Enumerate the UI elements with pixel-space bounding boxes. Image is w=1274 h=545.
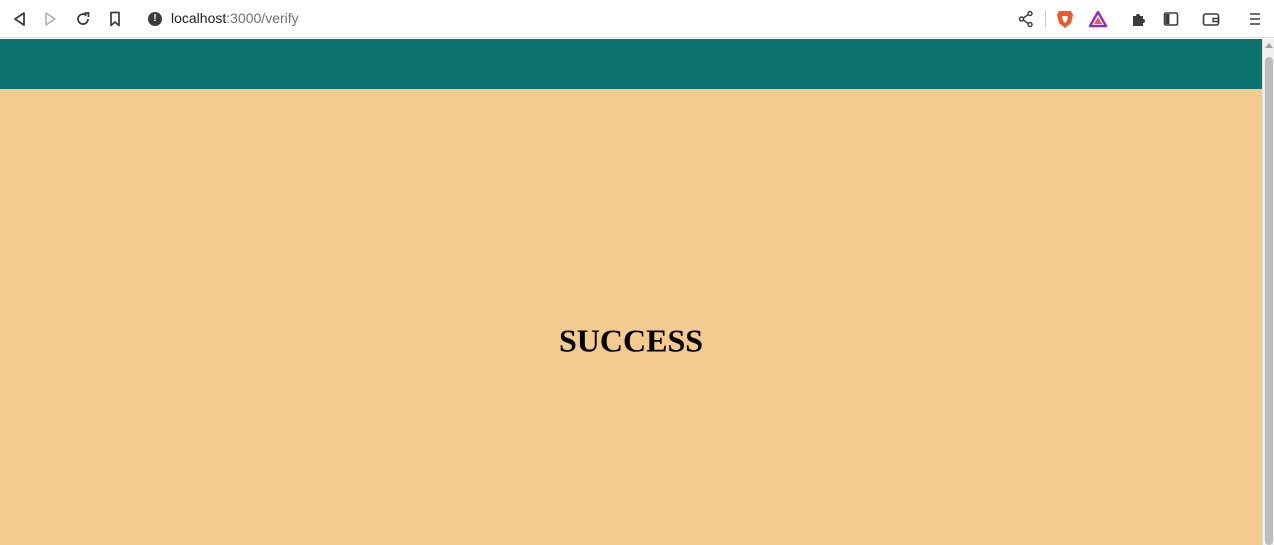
share-icon[interactable] [1018,10,1034,33]
site-info-icon[interactable]: ! [148,12,162,26]
brave-rewards-icon[interactable] [1088,10,1108,33]
page-content: SUCCESS [0,39,1262,545]
sidebar-icon[interactable] [1159,7,1183,31]
wallet-icon[interactable] [1199,7,1223,31]
hamburger-menu-icon[interactable] [1243,7,1267,31]
url-text[interactable]: localhost:3000/verify [171,10,299,26]
bookmark-icon[interactable] [103,7,127,31]
scroll-thumb[interactable] [1265,57,1273,545]
success-message: SUCCESS [558,322,704,359]
back-icon[interactable] [7,7,31,31]
url-host: localhost [171,10,227,26]
address-bar-divider [1045,11,1046,27]
scroll-up-arrow-icon[interactable] [1265,43,1273,48]
header-bar [0,39,1262,89]
address-bar[interactable]: ! localhost:3000/verify [138,4,1118,34]
vertical-scrollbar[interactable] [1262,39,1274,545]
forward-icon[interactable] [39,7,63,31]
brave-shields-icon[interactable] [1056,9,1074,34]
reload-icon[interactable] [71,7,95,31]
browser-toolbar: ! localhost:3000/verify [0,0,1274,38]
url-path: :3000/verify [226,10,299,26]
puzzle-icon[interactable] [1127,7,1151,31]
